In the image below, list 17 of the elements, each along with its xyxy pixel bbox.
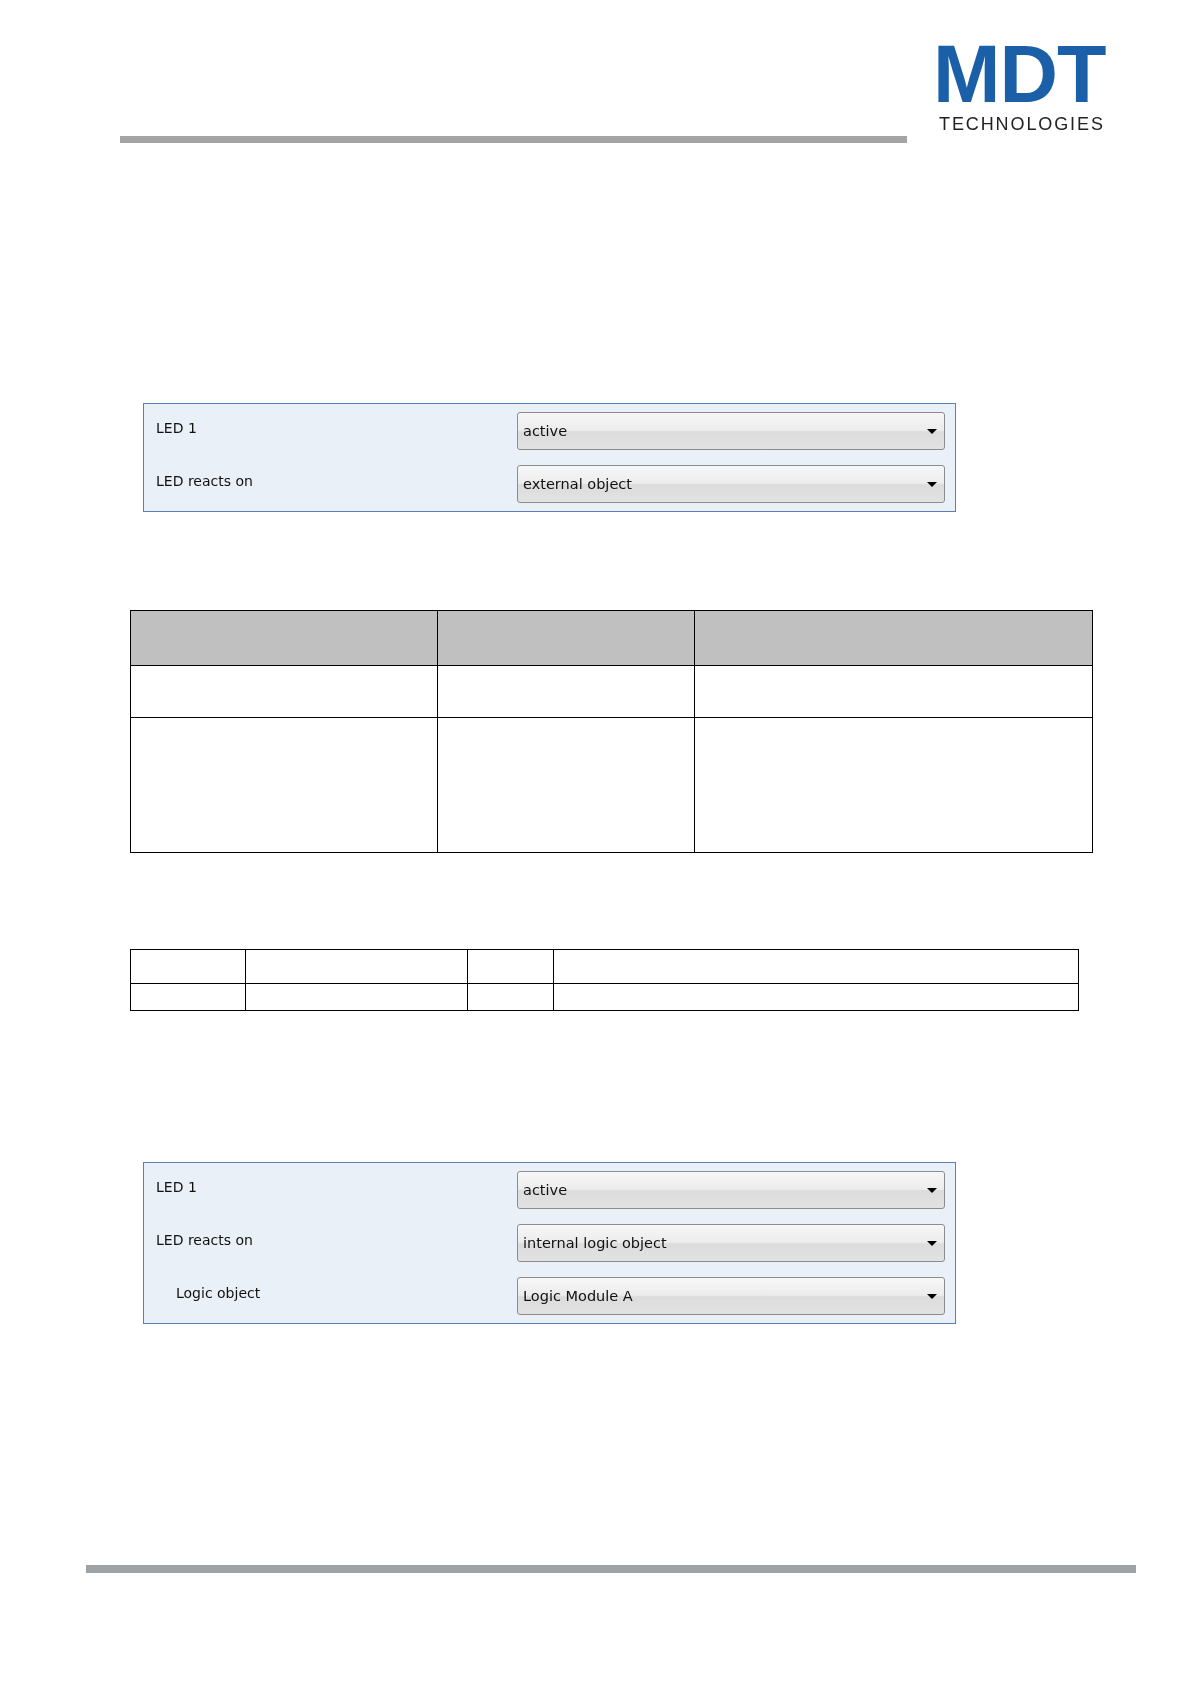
dropdown[interactable]: external object <box>517 465 945 503</box>
dropdown[interactable]: active <box>517 1171 945 1209</box>
parameter-label: LED reacts on <box>156 472 253 489</box>
parameter-label: LED 1 <box>156 419 197 436</box>
caret-icon <box>927 1240 937 1246</box>
logo-wordmark: MDT <box>933 34 1106 115</box>
parameter-label: Logic object <box>176 1284 261 1301</box>
dropdown[interactable]: Logic Module A <box>517 1277 945 1315</box>
caret-icon <box>927 1187 937 1193</box>
caret-icon <box>927 428 937 434</box>
dropdown[interactable]: internal logic object <box>517 1224 945 1262</box>
parameter-label: LED reacts on <box>156 1231 253 1248</box>
caret-icon <box>927 481 937 487</box>
dropdown[interactable]: active <box>517 412 945 450</box>
logo-tagline: TECHNOLOGIES <box>939 115 1105 133</box>
parameter-label: LED 1 <box>156 1178 197 1195</box>
caret-icon <box>927 1293 937 1299</box>
